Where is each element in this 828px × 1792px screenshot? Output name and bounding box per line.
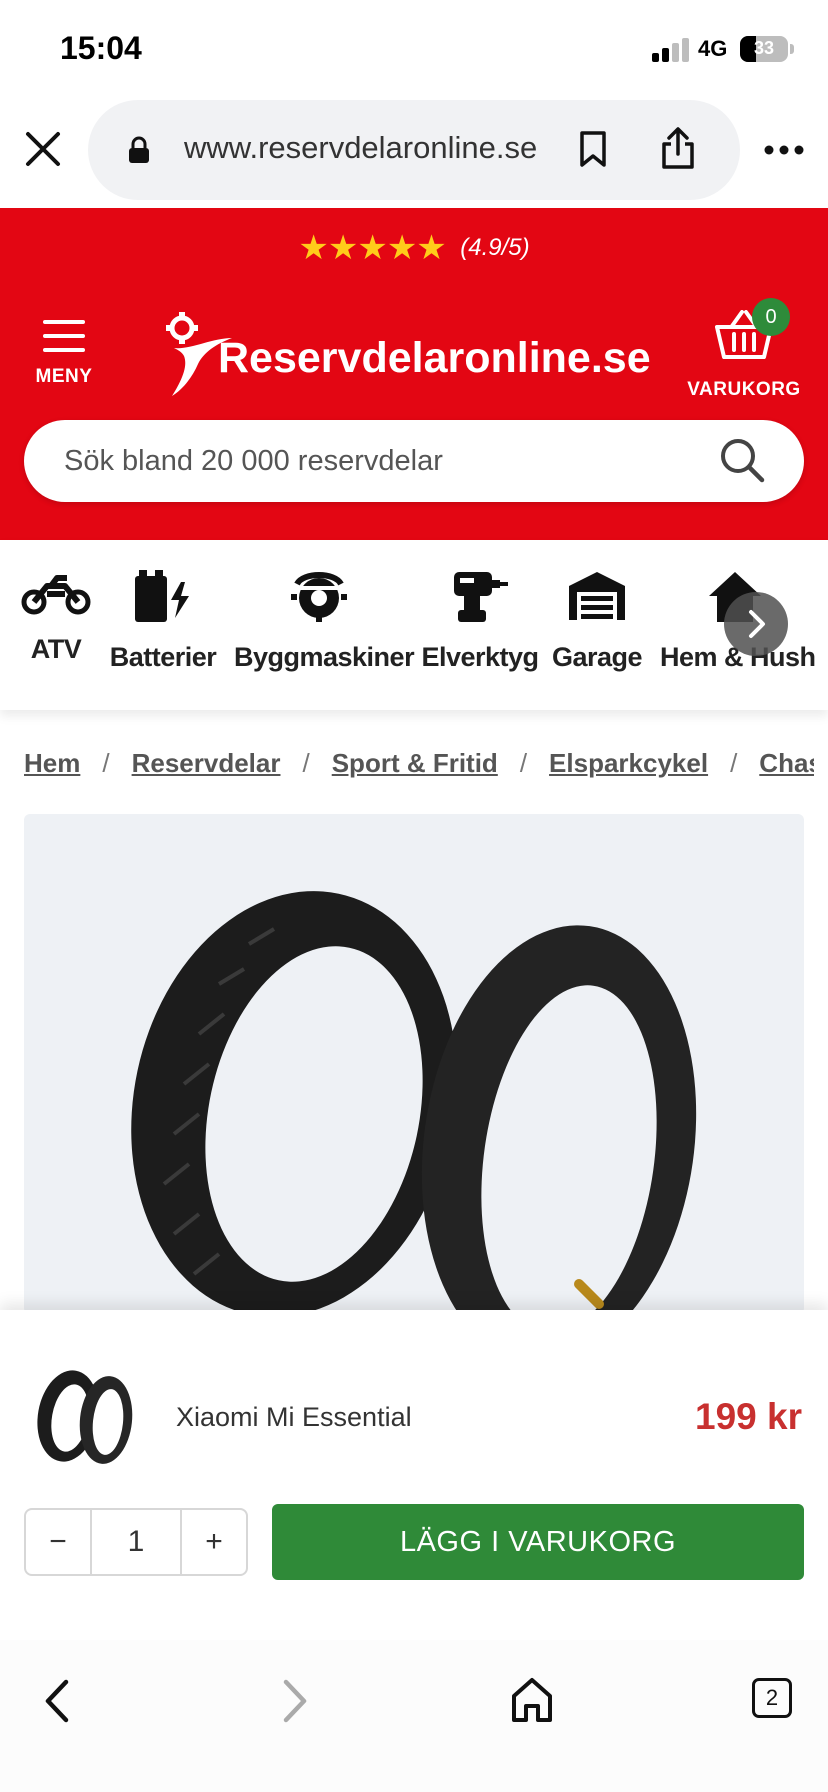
battery-level: 33 (753, 38, 775, 58)
product-name: Xiaomi Mi Essential (176, 1402, 412, 1432)
rating: ★★★★★ (4.9/5) (0, 228, 828, 268)
garage-icon (569, 572, 625, 620)
menu-label: MENY (35, 366, 93, 387)
breadcrumb-link-chassi[interactable]: Chassi (759, 748, 814, 778)
browser-address-bar: www.reservdelaronline.se (0, 96, 828, 208)
quantity-value[interactable]: 1 (92, 1510, 180, 1574)
tire-and-inner-tube-image (131, 891, 697, 1314)
quantity-increase-button[interactable]: + (180, 1510, 246, 1574)
cart-label: VARUKORG (687, 379, 801, 400)
more-options-icon[interactable] (764, 144, 804, 156)
breadcrumb: Hem / Reservdelar / Sport & Fritid / Elsparkcy… (24, 748, 814, 788)
add-to-cart-button[interactable]: LÄGG I VARUKORG (272, 1504, 804, 1580)
tabs-button[interactable]: 2 (752, 1678, 792, 1718)
logo-text: Reservdelaronline.se (218, 334, 651, 382)
signal-icon (652, 38, 690, 62)
category-next-button[interactable] (724, 592, 788, 656)
forward-icon[interactable] (274, 1676, 314, 1726)
category-strip: ATV Batterier Byggmaskiner Elverktyg Gar… (0, 540, 828, 710)
home-icon[interactable] (510, 1676, 554, 1724)
search-input[interactable] (64, 440, 684, 482)
category-elverktyg[interactable]: Elverktyg (420, 568, 540, 688)
lock-icon (129, 136, 149, 163)
category-label: ATV (30, 634, 82, 664)
product-price: 199 kr (695, 1396, 802, 1437)
product-thumbnail (37, 1370, 133, 1464)
breadcrumb-link-elsparkcykel[interactable]: Elsparkcykel (549, 748, 708, 778)
menu-button[interactable]: MENY (28, 320, 100, 400)
breadcrumb-link-sport-fritid[interactable]: Sport & Fritid (332, 748, 498, 778)
category-label: Byggmaskiner (234, 642, 415, 672)
category-label: Elverktyg (421, 642, 539, 672)
close-icon[interactable] (22, 128, 64, 170)
battery-icon: 33 (740, 36, 788, 62)
category-label: Batterier (109, 642, 217, 672)
url-text: www.reservdelaronline.se (184, 130, 538, 165)
search-bar (24, 420, 804, 502)
share-icon[interactable] (660, 126, 696, 170)
search-icon[interactable] (718, 436, 766, 484)
quantity-stepper: − 1 + (24, 1508, 248, 1576)
quantity-decrease-button[interactable]: − (26, 1510, 92, 1574)
network-type: 4G (698, 36, 728, 61)
motorcycle-icon (21, 575, 91, 615)
saw-blade-icon (291, 572, 347, 622)
battery-tip (790, 44, 794, 54)
product-image[interactable] (24, 814, 804, 1314)
battery-icon (135, 570, 189, 622)
status-time: 15:04 (60, 30, 142, 66)
drill-icon (454, 572, 508, 622)
breadcrumb-separator: / (302, 748, 310, 778)
rating-stars-icon: ★★★★★ (298, 229, 446, 267)
url-field[interactable]: www.reservdelaronline.se (88, 100, 740, 200)
site-header: ★★★★★ (4.9/5) MENY Reservdelaronline.se … (0, 208, 828, 540)
bookmark-icon[interactable] (578, 130, 608, 168)
cart-count-badge: 0 (752, 298, 790, 336)
rating-score: (4.9/5) (460, 234, 530, 261)
breadcrumb-link-reservdelar[interactable]: Reservdelar (132, 748, 281, 778)
breadcrumb-separator: / (519, 748, 528, 778)
breadcrumb-separator: / (730, 748, 738, 778)
back-icon[interactable] (38, 1676, 78, 1726)
category-garage[interactable]: Garage (552, 568, 643, 688)
purchase-panel: Xiaomi Mi Essential 199 kr − 1 + LÄGG I … (0, 1310, 828, 1640)
breadcrumb-separator: / (102, 748, 110, 778)
category-byggmaskiner[interactable]: Byggmaskiner (234, 568, 415, 688)
breadcrumb-link-hem[interactable]: Hem (24, 748, 80, 778)
hamburger-icon (43, 320, 85, 352)
category-batterier[interactable]: Batterier (108, 568, 218, 688)
browser-toolbar: 2 (0, 1640, 828, 1792)
category-label: Garage (552, 642, 643, 672)
cart-button[interactable]: 0 VARUKORG (684, 296, 804, 406)
category-atv[interactable]: ATV (12, 568, 100, 688)
chevron-right-icon (749, 610, 765, 638)
status-bar: 15:04 4G 33 (0, 0, 828, 96)
site-logo[interactable]: Reservdelaronline.se (160, 308, 651, 408)
